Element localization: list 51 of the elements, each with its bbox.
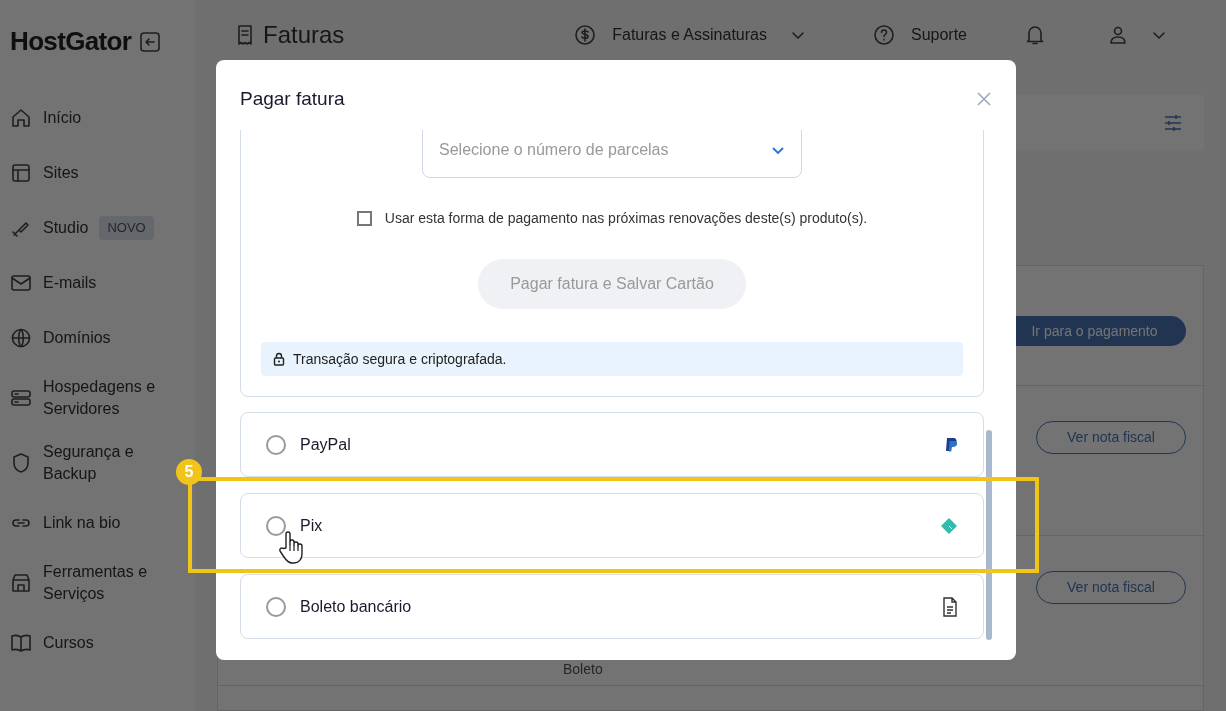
sidebar-item[interactable]: Domínios <box>10 321 168 355</box>
radio-button[interactable] <box>266 434 286 455</box>
page-title: Faturas <box>263 20 346 50</box>
hand-cursor-icon <box>278 530 306 566</box>
sidebar-item[interactable]: Hospedagens e Servidores <box>10 376 168 420</box>
payment-option[interactable]: Boleto bancário <box>240 574 984 639</box>
user-icon[interactable] <box>1108 25 1128 45</box>
step-badge: 5 <box>176 459 202 485</box>
globe-icon <box>10 327 32 349</box>
server-icon <box>10 387 32 409</box>
option-label: PayPal <box>300 434 352 455</box>
diamond-icon <box>940 516 958 535</box>
scrollbar-thumb[interactable] <box>986 430 992 640</box>
paypal-logo-icon <box>944 436 958 453</box>
shield-icon <box>10 452 32 474</box>
installments-select[interactable]: Selecione o número de parcelas <box>422 130 802 178</box>
payment-option[interactable]: PayPal <box>240 412 984 477</box>
sidebar-item[interactable]: E-mails <box>10 266 168 300</box>
sidebar-item[interactable]: Ferramentas e Serviços <box>10 561 168 605</box>
layout-icon <box>10 162 32 184</box>
checkbox-label: Usar esta forma de pagamento nas próximas renovações deste(s) produto(s). <box>384 209 868 228</box>
sidebar-item[interactable]: Sites <box>10 156 168 190</box>
payment-option[interactable]: Pix <box>240 493 984 558</box>
dialog-title: Pagar fatura <box>240 86 345 111</box>
store-icon <box>10 572 32 594</box>
help-icon <box>872 24 895 46</box>
option-label: Boleto bancário <box>300 596 413 617</box>
sidebar-item[interactable]: Link na bio <box>10 506 168 540</box>
mail-icon <box>10 272 32 294</box>
document-icon <box>942 596 958 617</box>
dollar-icon <box>574 24 597 46</box>
option-label: Pix <box>300 515 324 536</box>
checkbox[interactable] <box>356 211 372 226</box>
new-badge: NOVO <box>99 216 154 240</box>
menu-link[interactable]: Faturas e Assinaturas <box>612 23 767 47</box>
sidebar-item[interactable]: Segurança e Backup <box>10 441 168 485</box>
support-link[interactable]: Suporte <box>910 23 967 47</box>
method-text: Boleto <box>563 661 603 677</box>
sidebar-item[interactable]: Cursos <box>10 626 168 660</box>
lock-icon <box>273 352 285 366</box>
radio-button[interactable] <box>266 596 286 617</box>
bell-icon[interactable] <box>1025 24 1045 46</box>
home-icon <box>10 107 32 129</box>
book-icon <box>10 632 32 654</box>
receipt-icon <box>235 24 255 46</box>
collapse-icon[interactable] <box>139 30 162 53</box>
sidebar-item[interactable]: Início <box>10 101 168 135</box>
sidebar-item[interactable]: Studio NOVO <box>10 211 154 245</box>
close-icon[interactable] <box>976 91 992 107</box>
logo: HostGator <box>10 25 132 58</box>
secure-notice: Transação segura e criptografada. <box>261 342 963 376</box>
